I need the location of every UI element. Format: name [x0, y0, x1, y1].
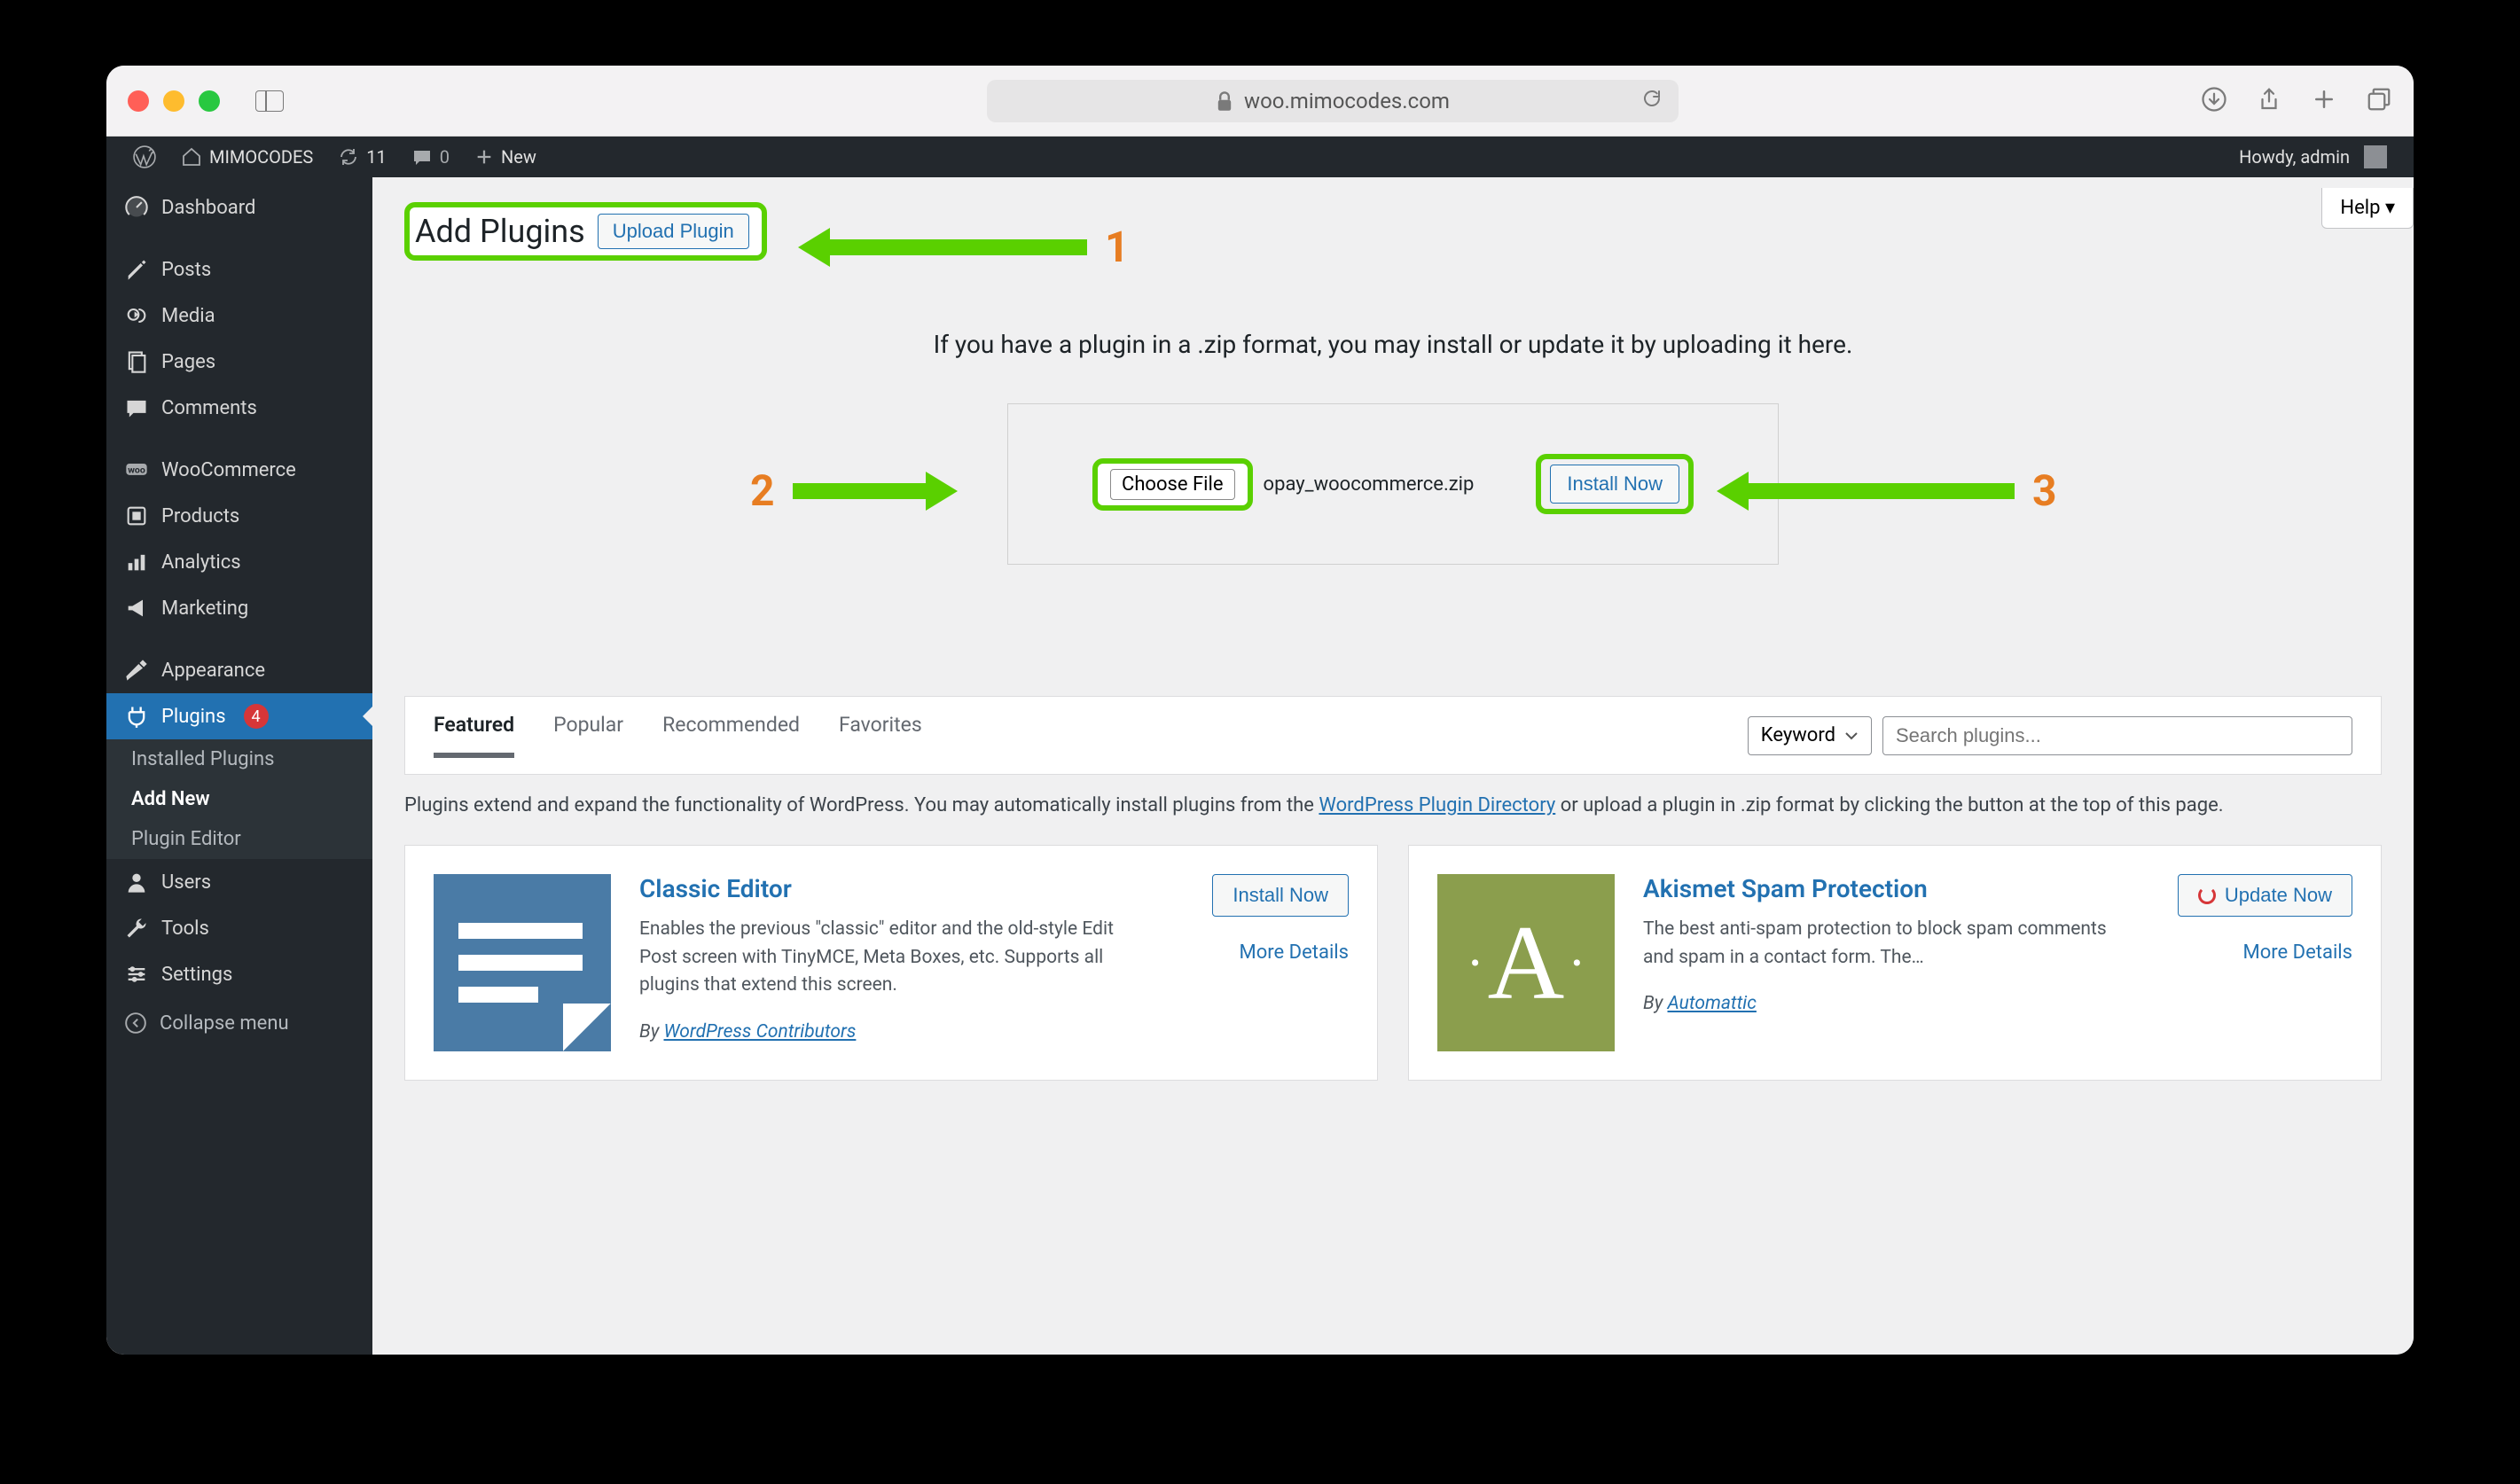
safari-toolbar: woo.mimocodes.com: [106, 66, 2414, 137]
plugins-update-badge: 4: [244, 704, 269, 729]
filter-bar: Featured Popular Recommended Favorites K…: [404, 696, 2382, 775]
updates-link[interactable]: 11: [325, 137, 398, 177]
plugin-author: By WordPress Contributors: [639, 1021, 1134, 1043]
plugin-icon: A: [1437, 874, 1615, 1051]
page-title: Add Plugins: [415, 213, 585, 250]
search-plugins-input[interactable]: [1882, 716, 2352, 755]
plugins-help-text: Plugins extend and expand the functional…: [404, 775, 2382, 845]
menu-tools[interactable]: Tools: [106, 905, 372, 951]
wp-logo-menu[interactable]: [121, 137, 168, 177]
menu-posts[interactable]: Posts: [106, 246, 372, 293]
plugin-author: By Automattic: [1643, 993, 2138, 1014]
admin-sidebar: Dashboard Posts Media Pages Comments woo…: [106, 177, 372, 1355]
annotation-arrow-2: 2: [732, 465, 958, 516]
tab-popular[interactable]: Popular: [553, 713, 623, 758]
tab-favorites[interactable]: Favorites: [839, 713, 922, 758]
plugins-submenu: Installed Plugins Add New Plugin Editor: [106, 739, 372, 859]
plugin-description: The best anti-spam protection to block s…: [1643, 916, 2138, 972]
close-window-button[interactable]: [128, 90, 149, 112]
update-now-button[interactable]: Update Now: [2178, 874, 2352, 917]
share-button[interactable]: [2256, 86, 2282, 116]
menu-comments[interactable]: Comments: [106, 385, 372, 431]
avatar: [2364, 145, 2387, 168]
new-content-link[interactable]: New: [462, 137, 549, 177]
lock-icon: [1216, 90, 1233, 112]
page-header: Add Plugins Upload Plugin: [404, 177, 2382, 261]
svg-text:woo: woo: [128, 465, 145, 476]
install-now-button[interactable]: Install Now: [1212, 874, 1349, 917]
wp-admin-bar: MIMOCODES 11 0 New Howdy, admin: [106, 137, 2414, 177]
address-bar[interactable]: woo.mimocodes.com: [987, 80, 1679, 122]
menu-appearance[interactable]: Appearance: [106, 647, 372, 693]
author-link[interactable]: Automattic: [1668, 993, 1757, 1014]
collapse-menu-button[interactable]: Collapse menu: [106, 997, 372, 1049]
menu-woocommerce[interactable]: wooWooCommerce: [106, 447, 372, 493]
plugin-name-link[interactable]: Akismet Spam Protection: [1643, 874, 2138, 903]
plugin-card-akismet: A Akismet Spam Protection The best anti-…: [1408, 845, 2382, 1081]
menu-analytics[interactable]: Analytics: [106, 539, 372, 585]
menu-dashboard[interactable]: Dashboard: [106, 184, 372, 230]
choose-file-button[interactable]: Choose File: [1092, 458, 1253, 511]
plugin-directory-link[interactable]: WordPress Plugin Directory: [1319, 794, 1555, 816]
update-icon: [2198, 886, 2216, 904]
more-details-link[interactable]: More Details: [2243, 941, 2352, 964]
url-text: woo.mimocodes.com: [1244, 89, 1450, 113]
annotation-highlight-1: Add Plugins Upload Plugin: [404, 202, 767, 261]
tab-featured[interactable]: Featured: [434, 713, 514, 758]
main-content: Help ▾ Add Plugins Upload Plugin 1 If yo…: [372, 177, 2414, 1355]
menu-plugins[interactable]: Plugins4: [106, 693, 372, 739]
menu-marketing[interactable]: Marketing: [106, 585, 372, 631]
menu-media[interactable]: Media: [106, 293, 372, 339]
menu-users[interactable]: Users: [106, 859, 372, 905]
annotation-highlight-3: Install Now: [1536, 454, 1694, 514]
comments-link[interactable]: 0: [399, 137, 462, 177]
search-type-select[interactable]: Keyword: [1748, 716, 1872, 755]
tab-recommended[interactable]: Recommended: [662, 713, 800, 758]
reload-button[interactable]: [1641, 88, 1663, 114]
annotation-arrow-3: 3: [1717, 465, 2075, 516]
sidebar-toggle-button[interactable]: [255, 90, 284, 112]
plugin-icon: [434, 874, 611, 1051]
menu-pages[interactable]: Pages: [106, 339, 372, 385]
my-account-link[interactable]: Howdy, admin: [2227, 137, 2399, 177]
site-name-link[interactable]: MIMOCODES: [168, 137, 325, 177]
plugin-name-link[interactable]: Classic Editor: [639, 874, 1134, 903]
more-details-link[interactable]: More Details: [1240, 941, 1349, 964]
browser-window: woo.mimocodes.com MIMOCODES 11 0 New How…: [106, 66, 2414, 1355]
submenu-add-new[interactable]: Add New: [106, 779, 372, 819]
chevron-down-icon: [1844, 731, 1859, 740]
maximize-window-button[interactable]: [199, 90, 220, 112]
annotation-arrow-1: 1: [798, 222, 1147, 272]
plugin-cards-grid: Classic Editor Enables the previous "cla…: [404, 845, 2382, 1081]
menu-products[interactable]: Products: [106, 493, 372, 539]
downloads-button[interactable]: [2201, 86, 2227, 116]
minimize-window-button[interactable]: [163, 90, 184, 112]
submenu-plugin-editor[interactable]: Plugin Editor: [106, 819, 372, 859]
menu-settings[interactable]: Settings: [106, 951, 372, 997]
plugin-card-classic-editor: Classic Editor Enables the previous "cla…: [404, 845, 1378, 1081]
selected-file-name: opay_woocommerce.zip: [1264, 473, 1475, 496]
upload-instructions-text: If you have a plugin in a .zip format, y…: [404, 330, 2382, 359]
install-now-button[interactable]: Install Now: [1550, 465, 1679, 504]
upload-plugin-button[interactable]: Upload Plugin: [598, 214, 749, 249]
upload-form: Choose File opay_woocommerce.zip Install…: [1007, 403, 1779, 565]
author-link[interactable]: WordPress Contributors: [664, 1021, 857, 1043]
submenu-installed-plugins[interactable]: Installed Plugins: [106, 739, 372, 779]
window-controls: [128, 90, 220, 112]
new-tab-button[interactable]: [2311, 86, 2337, 116]
tabs-button[interactable]: [2366, 86, 2392, 116]
plugin-description: Enables the previous "classic" editor an…: [639, 916, 1134, 1000]
filter-tabs: Featured Popular Recommended Favorites: [434, 713, 922, 758]
